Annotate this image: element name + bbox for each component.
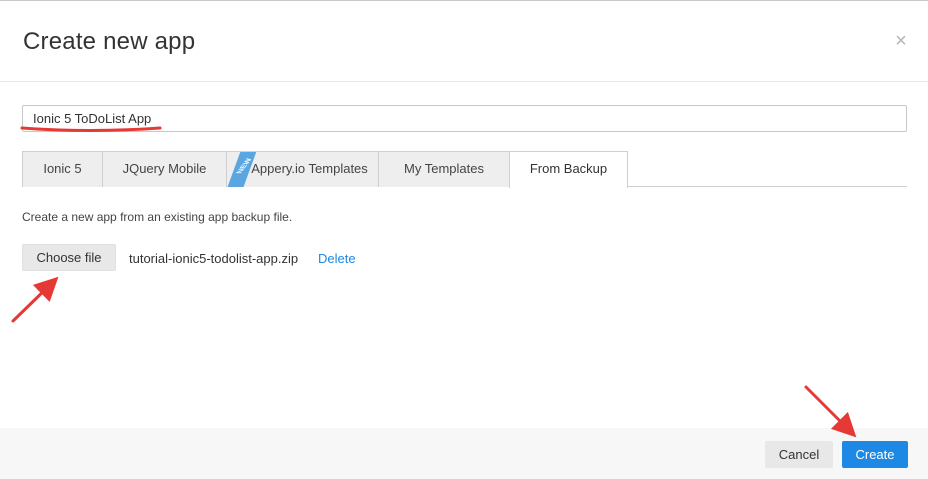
tab-label: JQuery Mobile: [122, 161, 207, 176]
tab-label: Appery.io Templates: [251, 161, 368, 176]
selected-file-name: tutorial-ionic5-todolist-app.zip: [129, 251, 299, 266]
delete-file-link[interactable]: Delete: [318, 251, 356, 266]
tab-label: Ionic 5: [43, 161, 82, 176]
create-app-dialog: Create new app × Ionic 5 JQuery Mobile N…: [0, 0, 928, 479]
cancel-button[interactable]: Cancel: [765, 441, 833, 468]
tab-label: My Templates: [404, 161, 484, 176]
tab-jquery-mobile[interactable]: JQuery Mobile: [102, 151, 227, 187]
app-name-input[interactable]: [22, 105, 907, 132]
template-tabs: Ionic 5 JQuery Mobile NEW Appery.io Temp…: [22, 151, 907, 188]
tab-label: From Backup: [529, 161, 608, 176]
close-icon[interactable]: ×: [891, 31, 911, 51]
create-button[interactable]: Create: [842, 441, 908, 468]
arrow-to-choose-file: [11, 276, 59, 323]
tab-my-templates[interactable]: My Templates: [378, 151, 510, 187]
tab-from-backup[interactable]: From Backup: [509, 151, 628, 188]
tab-ionic5[interactable]: Ionic 5: [22, 151, 103, 187]
dialog-header: Create new app ×: [0, 1, 928, 82]
tab-appery-templates[interactable]: NEW Appery.io Templates: [226, 151, 379, 187]
dialog-title: Create new app: [23, 28, 196, 55]
arrow-to-create: [804, 385, 857, 438]
choose-file-button[interactable]: Choose file: [22, 244, 116, 271]
backup-description: Create a new app from an existing app ba…: [22, 210, 293, 224]
